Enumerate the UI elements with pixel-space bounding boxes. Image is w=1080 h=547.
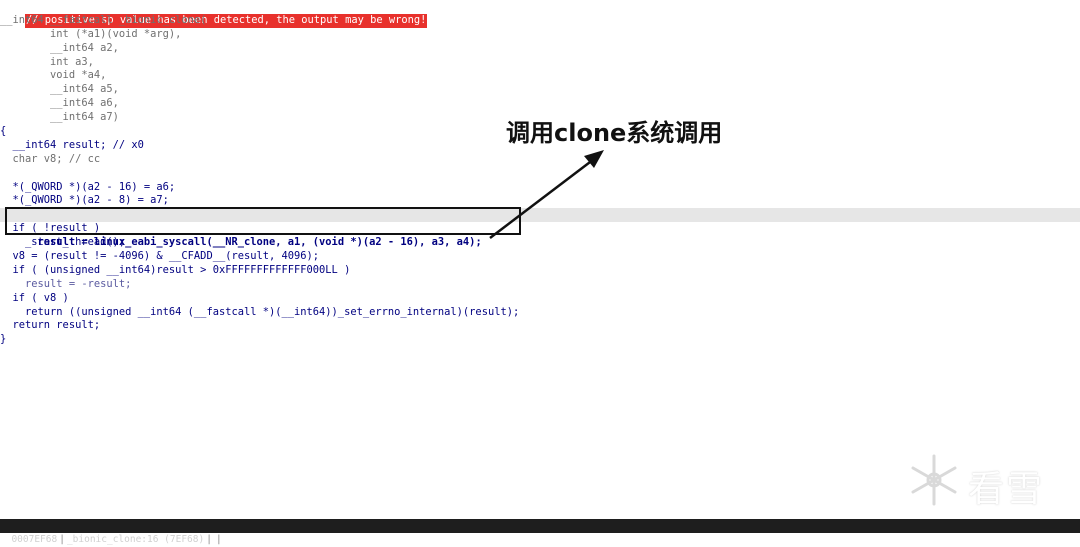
watermark-text: 看雪 <box>968 469 1045 510</box>
warning-line: // positive sp value has been detected, … <box>0 0 1080 28</box>
code-line[interactable]: } <box>0 333 1080 347</box>
code-line[interactable]: if ( (unsigned __int64)result > 0xFFFFFF… <box>0 264 1080 278</box>
syscall-highlight-box <box>5 207 521 235</box>
code-line[interactable]: return ((unsigned __int64 (__fastcall *)… <box>0 306 1080 320</box>
annotation-label: 调用clone系统调用 <box>506 119 723 147</box>
code-line[interactable]: __int64 a6, <box>0 97 1080 111</box>
status-location: _bionic_clone:16 (7EF68) <box>66 534 205 545</box>
code-line[interactable]: int a3, <box>0 56 1080 70</box>
status-bar: 0007EF68 | _bionic_clone:16 (7EF68) | | <box>0 519 1080 545</box>
code-line[interactable]: void *a4, <box>0 69 1080 83</box>
code-line[interactable]: __int64 a2, <box>0 42 1080 56</box>
snowflake-icon <box>911 454 957 506</box>
code-line[interactable]: __int64 a5, <box>0 83 1080 97</box>
code-line[interactable]: v8 = (result != -4096) & __CFADD__(resul… <box>0 250 1080 264</box>
status-address: 0007EF68 <box>11 534 58 545</box>
code-line[interactable]: result = -result; <box>0 278 1080 292</box>
watermark: 看雪 <box>906 452 1066 514</box>
annotation-arrow <box>489 150 604 239</box>
code-line[interactable]: int (*a1)(void *arg), <box>0 28 1080 42</box>
code-line[interactable]: return result; <box>0 319 1080 333</box>
code-line[interactable]: __int64 __fastcall _bionic_clone( <box>0 14 1080 28</box>
code-line[interactable]: if ( v8 ) <box>0 292 1080 306</box>
